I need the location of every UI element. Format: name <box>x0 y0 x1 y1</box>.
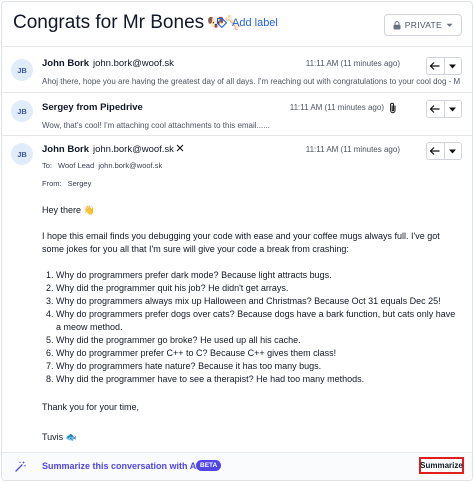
fish-emoji: 🐟 <box>65 432 77 442</box>
sender-email: john.bork@woof.sk <box>92 58 174 69</box>
list-item: Why did the programmer quit his job? He … <box>56 282 460 295</box>
from-label: From: <box>42 179 62 188</box>
list-item: Why did the programmer have to see a the… <box>56 373 460 386</box>
email-thread-panel: Congrats for Mr Bones 🐶🦴 Add label PRIVAT… <box>1 1 473 481</box>
message-timestamp: 11:11 AM (11 minutes ago) <box>289 103 384 112</box>
message-row-collapsed[interactable]: JB John Bork john.bork@woof.sk 11:11 AM (… <box>2 47 472 93</box>
message-snippet: Wow, that's cool! I'm attaching cool att… <box>42 121 270 130</box>
wave-emoji: 👋 <box>83 205 95 215</box>
list-item: Why do programmers always mix up Hallowe… <box>56 295 460 308</box>
message-snippet: Ahoj there, hope you are having the grea… <box>42 77 460 86</box>
reply-button-group[interactable] <box>426 100 462 118</box>
email-signature: Tuvis 🐟 <box>42 432 77 442</box>
sender-name: Sergey from Pipedrive <box>42 102 143 113</box>
reply-icon <box>430 147 440 155</box>
chevron-down-icon <box>449 107 457 111</box>
reply-button[interactable] <box>427 143 444 159</box>
sender-name: John Bork john.bork@woof.sk <box>42 58 174 69</box>
list-item: Why do programmers prefer dark mode? Bec… <box>56 269 460 282</box>
add-label-button[interactable]: Add label <box>216 17 278 29</box>
to-name: Woof Lead <box>58 161 95 170</box>
avatar: JB <box>11 59 33 81</box>
list-item: Why do programmers prefer dogs over cats… <box>56 308 460 334</box>
collapse-icon[interactable] <box>176 144 184 152</box>
message-expanded: JB John Bork john.bork@woof.sk 11:11 AM (… <box>2 136 472 452</box>
ai-summary-bar: Summarize this conversation with AI BETA… <box>2 452 472 480</box>
reply-icon <box>430 62 440 70</box>
lock-icon <box>393 20 401 29</box>
list-item: Why did the programmer go broke? He used… <box>56 334 460 347</box>
from-field: From: Sergey <box>42 179 91 188</box>
reply-icon <box>430 105 440 113</box>
reply-options-button[interactable] <box>443 143 462 159</box>
reply-button-group[interactable] <box>426 57 462 75</box>
list-item: Why do programmer prefer C++ to C? Becau… <box>56 347 460 360</box>
thread-title: Congrats for Mr Bones 🐶🦴 <box>13 12 242 34</box>
magic-wand-icon <box>15 461 26 472</box>
add-label-text: Add label <box>232 17 278 29</box>
beta-badge: BETA <box>196 460 222 471</box>
to-field: To: Woof Lead john.bork@woof.sk <box>42 161 162 170</box>
visibility-dropdown[interactable]: PRIVATE <box>383 14 462 36</box>
to-email: john.bork@woof.sk <box>98 161 163 170</box>
thread-header: Congrats for Mr Bones 🐶🦴 Add label PRIVAT… <box>2 2 472 47</box>
thread-title-text: Congrats for Mr Bones <box>13 12 205 33</box>
paperclip-icon[interactable] <box>388 102 398 114</box>
tag-icon <box>216 17 228 29</box>
reply-button-group[interactable] <box>426 142 462 160</box>
reply-options-button[interactable] <box>443 58 462 74</box>
email-intro: I hope this email finds you debugging yo… <box>42 231 440 254</box>
email-closing: Thank you for your time, <box>42 402 140 412</box>
summarize-button[interactable]: Summarize <box>419 457 464 474</box>
message-row-collapsed[interactable]: JB Sergey from Pipedrive 11:11 AM (11 mi… <box>2 93 472 136</box>
message-timestamp: 11:11 AM (11 minutes ago) <box>305 59 400 68</box>
to-label: To: <box>42 161 53 170</box>
chevron-down-icon <box>446 23 453 27</box>
summarize-prompt: Summarize this conversation with AI <box>42 461 199 471</box>
avatar: JB <box>11 143 33 165</box>
chevron-down-icon <box>449 64 457 68</box>
reply-button[interactable] <box>427 101 444 117</box>
avatar: JB <box>11 100 33 122</box>
chevron-down-icon <box>449 149 457 153</box>
visibility-label: PRIVATE <box>404 20 442 30</box>
email-greeting: Hey there 👋 <box>42 205 95 215</box>
from-name: Sergey <box>67 179 92 188</box>
joke-list: Why do programmers prefer dark mode? Bec… <box>42 269 460 386</box>
joke-list-container: Why do programmers prefer dark mode? Bec… <box>42 269 460 386</box>
reply-options-button[interactable] <box>443 101 462 117</box>
message-timestamp: 11:11 AM (11 minutes ago) <box>305 145 400 154</box>
sender-name: John Bork john.bork@woof.sk <box>42 144 174 155</box>
reply-button[interactable] <box>427 58 444 74</box>
sender-email: john.bork@woof.sk <box>92 144 174 155</box>
list-item: Why do programmers hate nature? Because … <box>56 360 460 373</box>
